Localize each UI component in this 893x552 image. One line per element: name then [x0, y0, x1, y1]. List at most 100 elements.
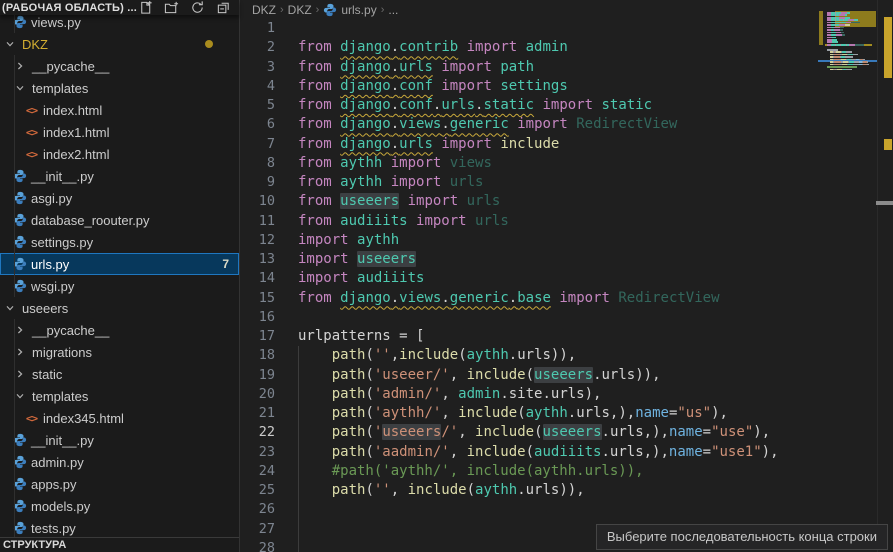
new-folder-icon[interactable]	[163, 0, 179, 16]
tree-item-label: models.py	[31, 499, 90, 514]
tree-item-settings.py[interactable]: settings.py	[0, 231, 239, 253]
tree-item-admin.py[interactable]: admin.py	[0, 451, 239, 473]
breadcrumb-item-DKZ[interactable]: DKZ	[288, 3, 312, 17]
tree-item-__init__.py[interactable]: __init__.py	[0, 165, 239, 187]
minimap-line	[827, 17, 850, 19]
minimap-line	[827, 59, 865, 61]
modified-dot	[205, 40, 213, 48]
code-line-18[interactable]: 18 path('',include(aythh.urls)),	[241, 346, 893, 365]
tree-item-wsgi.py[interactable]: wsgi.py	[0, 275, 239, 297]
tree-item-tests.py[interactable]: tests.py	[0, 517, 239, 539]
tree-item-label: tests.py	[31, 521, 76, 536]
tree-item-index2.html[interactable]: <>index2.html	[0, 143, 239, 165]
code-line-7[interactable]: 7from django.urls import include	[241, 135, 893, 154]
tree-item-templates[interactable]: templates	[0, 77, 239, 99]
code-text: from django.urls import include	[298, 135, 559, 154]
code-text: urlpatterns = [	[298, 327, 424, 346]
minimap-line	[827, 41, 838, 43]
tree-item-label: useeers	[22, 301, 68, 316]
tree-item-index.html[interactable]: <>index.html	[0, 99, 239, 121]
tree-item-label: wsgi.py	[31, 279, 74, 294]
code-line-3[interactable]: 3from django.urls import path	[241, 58, 893, 77]
code-line-16[interactable]: 16	[241, 308, 893, 327]
tree-item-database_roouter.py[interactable]: database_roouter.py	[0, 209, 239, 231]
code-line-12[interactable]: 12import aythh	[241, 231, 893, 250]
code-line-8[interactable]: 8from aythh import views	[241, 154, 893, 173]
code-line-10[interactable]: 10 from useeers import urls	[241, 192, 893, 211]
code-line-15[interactable]: 15from django.views.generic.base import …	[241, 289, 893, 308]
minimap[interactable]	[819, 0, 877, 552]
workspace-title: (РАБОЧАЯ ОБЛАСТЬ) ...	[2, 2, 137, 14]
overview-ruler[interactable]	[878, 0, 893, 552]
code-line-11[interactable]: 11from audiiits import urls	[241, 212, 893, 231]
tree-item-useeers[interactable]: useeers	[0, 297, 239, 319]
tree-item-index1.html[interactable]: <>index1.html	[0, 121, 239, 143]
breadcrumb-separator-icon: ›	[380, 4, 386, 16]
tree-item-label: templates	[32, 81, 88, 96]
tree-item-models.py[interactable]: models.py	[0, 495, 239, 517]
explorer-section-header[interactable]: (РАБОЧАЯ ОБЛАСТЬ) ...	[0, 0, 239, 15]
code-line-17[interactable]: 17 urlpatterns = [	[241, 327, 893, 346]
code-text: path('', include(aythh.urls)),	[298, 481, 585, 500]
code-line-23[interactable]: 23 path('aadmin/', include(audiiits.urls…	[241, 443, 893, 462]
code-line-21[interactable]: 21 path('aythh/', include(aythh.urls,),n…	[241, 404, 893, 423]
code-line-9[interactable]: 9from aythh import urls	[241, 173, 893, 192]
tree-item-templates[interactable]: templates	[0, 385, 239, 407]
code-line-24[interactable]: 24 #path('aythh/', include(aythh.urls)),	[241, 462, 893, 481]
tree-item-static[interactable]: static	[0, 363, 239, 385]
code-line-2[interactable]: 2from django.contrib import admin	[241, 38, 893, 57]
code-line-22[interactable]: 22 path('useeers/', include(useeers.urls…	[241, 423, 893, 442]
tree-item-__init__.py[interactable]: __init__.py	[0, 429, 239, 451]
refresh-icon[interactable]	[189, 0, 205, 16]
code-line-13[interactable]: 13import useeers	[241, 250, 893, 269]
code-line-14[interactable]: 14import audiiits	[241, 269, 893, 288]
minimap-line	[827, 44, 864, 46]
minimap-warning-gutter	[819, 11, 823, 45]
code-line-25[interactable]: 25 path('', include(aythh.urls)),	[241, 481, 893, 500]
code-line-20[interactable]: 20 path('admin/', admin.site.urls),	[241, 385, 893, 404]
code-area[interactable]: 12from django.contrib import admin3from …	[241, 19, 893, 552]
file-tree: views.pyDKZ__pycache__templates<>index.h…	[0, 11, 239, 539]
line-number: 12	[241, 231, 275, 250]
minimap-line	[827, 51, 852, 53]
code-text: from useeers import urls	[298, 192, 500, 211]
code-line-19[interactable]: 19 path('useeer/', include(useeers.urls)…	[241, 366, 893, 385]
breadcrumb-item-...[interactable]: ...	[388, 3, 398, 17]
tree-item-__pycache__[interactable]: __pycache__	[0, 319, 239, 341]
tree-item-index345.html[interactable]: <>index345.html	[0, 407, 239, 429]
line-number: 26	[241, 500, 275, 519]
tree-item-label: __init__.py	[31, 433, 94, 448]
tree-item-label: __pycache__	[32, 59, 109, 74]
code-text: path('admin/', admin.site.urls),	[298, 385, 601, 404]
new-file-icon[interactable]	[137, 0, 153, 16]
breadcrumb-item-DKZ[interactable]: DKZ	[252, 3, 276, 17]
code-text: from django.urls import path	[298, 58, 534, 77]
code-line-26[interactable]: 26	[241, 500, 893, 519]
outline-section-header[interactable]: СТРУКТУРА	[0, 537, 239, 552]
breadcrumb-separator-icon: ›	[315, 4, 321, 16]
line-number: 20	[241, 385, 275, 404]
tree-item-label: apps.py	[31, 477, 77, 492]
code-line-1[interactable]: 1	[241, 19, 893, 38]
explorer-sidebar: views.pyDKZ__pycache__templates<>index.h…	[0, 0, 240, 552]
tree-item-__pycache__[interactable]: __pycache__	[0, 55, 239, 77]
line-number: 10	[241, 192, 275, 211]
line-number: 17	[241, 327, 275, 346]
breadcrumb-item-urls.py[interactable]: urls.py	[323, 3, 376, 17]
python-file-icon	[12, 213, 27, 228]
editor-pane: DKZ›DKZ›urls.py›... 12from django.contri…	[241, 0, 893, 552]
html-file-icon: <>	[24, 147, 39, 162]
code-line-6[interactable]: 6from django.views.generic import Redire…	[241, 115, 893, 134]
tree-item-DKZ[interactable]: DKZ	[0, 33, 239, 55]
code-line-4[interactable]: 4from django.conf import settings	[241, 77, 893, 96]
line-number: 4	[241, 77, 275, 96]
code-line-5[interactable]: 5from django.conf.urls.static import sta…	[241, 96, 893, 115]
minimap-line	[827, 32, 844, 34]
tree-item-apps.py[interactable]: apps.py	[0, 473, 239, 495]
tree-item-urls.py[interactable]: urls.py7	[0, 253, 239, 275]
tree-item-asgi.py[interactable]: asgi.py	[0, 187, 239, 209]
collapse-all-icon[interactable]	[215, 0, 231, 16]
tree-item-migrations[interactable]: migrations	[0, 341, 239, 363]
html-file-icon: <>	[24, 103, 39, 118]
html-file-icon: <>	[24, 411, 39, 426]
